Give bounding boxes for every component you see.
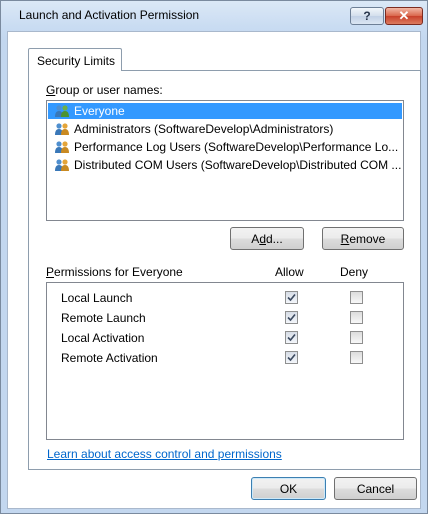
users-group-icon	[55, 159, 69, 171]
users-group-icon	[55, 141, 69, 153]
group-user-listbox[interactable]: Everyone Administrators (SoftwareDevelop…	[46, 100, 404, 221]
deny-checkbox[interactable]	[350, 351, 363, 364]
checkmark-icon	[287, 333, 296, 342]
checkmark-icon	[287, 313, 296, 322]
learn-more-link[interactable]: Learn about access control and permissio…	[47, 447, 282, 461]
allow-checkbox[interactable]	[285, 331, 298, 344]
list-item-label: Administrators (SoftwareDevelop\Administ…	[74, 122, 334, 136]
permissions-list: Local Launch Remote Launch Local Activat…	[46, 282, 404, 440]
list-item-user[interactable]: Administrators (SoftwareDevelop\Administ…	[48, 121, 402, 137]
cancel-button[interactable]: Cancel	[334, 477, 417, 500]
help-button[interactable]: ?	[350, 7, 384, 25]
deny-checkbox[interactable]	[350, 291, 363, 304]
group-label: Group or user names:	[46, 83, 163, 97]
dialog-window: Launch and Activation Permission ? ✕ Sec…	[0, 0, 428, 514]
allow-checkbox[interactable]	[285, 351, 298, 364]
permission-name: Remote Launch	[61, 311, 146, 325]
list-item-label: Everyone	[74, 104, 125, 118]
allow-column-header: Allow	[275, 265, 304, 279]
checkmark-icon	[287, 353, 296, 362]
deny-checkbox[interactable]	[350, 331, 363, 344]
close-button[interactable]: ✕	[385, 7, 423, 25]
permission-row: Remote Activation	[47, 349, 403, 367]
list-item-label: Distributed COM Users (SoftwareDevelop\D…	[74, 158, 402, 172]
permission-row: Local Activation	[47, 329, 403, 347]
list-item-user[interactable]: Performance Log Users (SoftwareDevelop\P…	[48, 139, 402, 155]
add-button[interactable]: Ad d...	[230, 227, 304, 250]
permission-name: Local Activation	[61, 331, 145, 345]
permission-row: Local Launch	[47, 289, 403, 307]
title-bar[interactable]: Launch and Activation Permission ? ✕	[1, 1, 427, 31]
ok-button[interactable]: OK	[251, 477, 326, 500]
allow-checkbox[interactable]	[285, 311, 298, 324]
remove-button[interactable]: Remove	[322, 227, 404, 250]
tab-security-limits[interactable]: Security Limits	[28, 48, 122, 71]
tab-label: Security Limits	[37, 54, 116, 68]
permission-name: Local Launch	[61, 291, 133, 305]
permission-row: Remote Launch	[47, 309, 403, 327]
users-group-icon	[55, 105, 69, 117]
list-item-label: Performance Log Users (SoftwareDevelop\P…	[74, 140, 399, 154]
list-item-user[interactable]: Distributed COM Users (SoftwareDevelop\D…	[48, 157, 402, 173]
checkmark-icon	[287, 293, 296, 302]
allow-checkbox[interactable]	[285, 291, 298, 304]
window-title: Launch and Activation Permission	[19, 8, 200, 22]
deny-checkbox[interactable]	[350, 311, 363, 324]
list-item-user[interactable]: Everyone	[48, 103, 402, 119]
permission-name: Remote Activation	[61, 351, 158, 365]
users-group-icon	[55, 123, 69, 135]
deny-column-header: Deny	[340, 265, 369, 279]
permissions-label: Permissions for Everyone	[46, 265, 183, 279]
